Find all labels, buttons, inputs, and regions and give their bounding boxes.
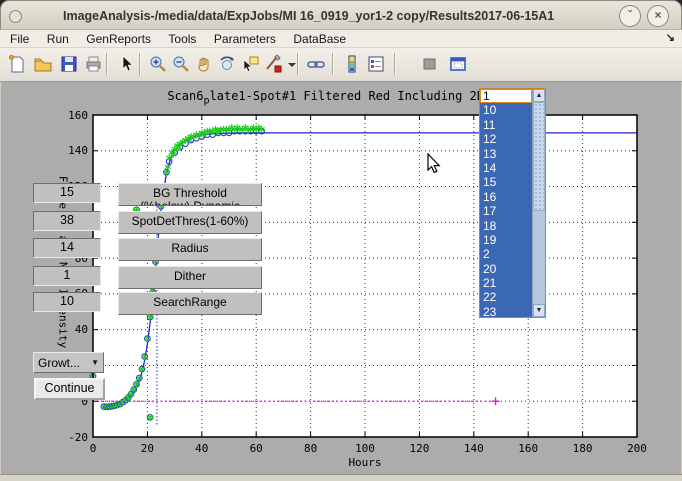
insert-colorbar-icon[interactable] (342, 54, 362, 74)
bg-threshold-field[interactable]: 15 (33, 183, 101, 203)
x-tick-label: 100 (348, 442, 382, 455)
menu-item-file[interactable]: File (10, 31, 29, 48)
window-title: ImageAnalysis-/media/data/ExpJobs/MI 16_… (63, 1, 554, 31)
rotate-3d-icon[interactable] (217, 54, 237, 74)
dither-button[interactable]: Dither (118, 266, 262, 289)
x-tick-label: 20 (130, 442, 164, 455)
x-tick-label: 140 (457, 442, 491, 455)
title-bar[interactable]: ImageAnalysis-/media/data/ExpJobs/MI 16_… (0, 0, 682, 30)
mouse-cursor-icon (427, 153, 441, 174)
toolbar-separator (297, 53, 299, 75)
brush-caret-icon[interactable] (284, 54, 304, 74)
scrollbar-thumb[interactable] (533, 102, 545, 211)
growth-dropdown[interactable]: Growt... ▼ (33, 352, 104, 373)
x-tick-label: 40 (185, 442, 219, 455)
spotdetthres-button[interactable]: SpotDetThres(1-60%) (118, 211, 262, 234)
chevron-down-icon: ▼ (91, 358, 99, 367)
toolbar (0, 48, 682, 82)
radius-button[interactable]: Radius (118, 238, 262, 261)
list-item-23[interactable]: 23 (480, 305, 532, 318)
zoom-out-icon[interactable] (171, 54, 191, 74)
list-item-21[interactable]: 21 (480, 276, 532, 290)
chevron-down-icon: ˇ (628, 8, 632, 22)
x-tick-label: 160 (511, 442, 545, 455)
menu-item-run[interactable]: Run (47, 31, 69, 48)
list-item-16[interactable]: 16 (480, 190, 532, 204)
save-icon[interactable] (59, 54, 79, 74)
list-item-13[interactable]: 13 (480, 147, 532, 161)
list-item-2[interactable]: 2 (480, 247, 532, 261)
searchrange-field[interactable]: 10 (33, 292, 101, 312)
close-icon: × (654, 8, 661, 22)
list-item-14[interactable]: 14 (480, 161, 532, 175)
radius-field[interactable]: 14 (33, 238, 101, 258)
insert-legend-icon[interactable] (366, 54, 386, 74)
data-cursor-icon[interactable] (240, 54, 260, 74)
scan-listbox[interactable]: 110111213141516171819220212223 ▲ ▼ (479, 88, 546, 318)
plot-tools-icon[interactable] (420, 54, 440, 74)
y-tick-label: -20 (58, 431, 88, 444)
plot-canvas (0, 82, 682, 474)
continue-button[interactable]: Continue (34, 378, 105, 400)
list-item-20[interactable]: 20 (480, 262, 532, 276)
list-item-1[interactable]: 1 (480, 89, 532, 103)
shade-button[interactable]: ˇ (619, 5, 641, 27)
toolbar-separator (394, 53, 396, 75)
x-axis-label: Hours (93, 456, 637, 469)
bg-threshold-button[interactable]: BG Threshold(%below) Dynamic (118, 183, 262, 206)
list-item-11[interactable]: 11 (480, 118, 532, 132)
list-item-18[interactable]: 18 (480, 219, 532, 233)
listbox-scrollbar[interactable]: ▲ ▼ (532, 89, 545, 317)
scroll-up-icon[interactable]: ▲ (533, 89, 545, 102)
zoom-in-icon[interactable] (148, 54, 168, 74)
menu-item-database[interactable]: DataBase (293, 31, 346, 48)
x-tick-label: 80 (294, 442, 328, 455)
x-tick-label: 0 (76, 442, 110, 455)
pointer-icon[interactable] (116, 54, 136, 74)
toolbar-separator (139, 53, 141, 75)
dock-figure-icon[interactable] (448, 54, 468, 74)
list-item-15[interactable]: 15 (480, 175, 532, 189)
brush-icon[interactable] (263, 54, 283, 74)
window-frame-bottom (0, 474, 682, 481)
figure-area: Scan6plate1-Spot#1 Filtered Red Includin… (0, 82, 682, 474)
pan-hand-icon[interactable] (194, 54, 214, 74)
list-item-22[interactable]: 22 (480, 290, 532, 304)
toolbar-separator (332, 53, 334, 75)
y-tick-label: 40 (58, 323, 88, 336)
scroll-down-icon[interactable]: ▼ (533, 304, 545, 317)
open-folder-icon[interactable] (33, 54, 53, 74)
x-tick-label: 200 (620, 442, 654, 455)
link-plots-icon[interactable] (306, 54, 326, 74)
toolbar-separator (106, 53, 108, 75)
print-icon[interactable] (83, 54, 103, 74)
list-item-19[interactable]: 19 (480, 233, 532, 247)
x-tick-label: 180 (566, 442, 600, 455)
x-tick-label: 60 (239, 442, 273, 455)
menu-bar: File Run GenReports Tools Parameters Dat… (0, 30, 682, 48)
list-item-10[interactable]: 10 (480, 103, 532, 117)
menu-overflow-icon[interactable]: ↘ (666, 31, 675, 44)
menu-item-tools[interactable]: Tools (168, 31, 196, 48)
app-window: ImageAnalysis-/media/data/ExpJobs/MI 16_… (0, 0, 682, 481)
menu-item-genreports[interactable]: GenReports (86, 31, 151, 48)
list-item-12[interactable]: 12 (480, 132, 532, 146)
close-button[interactable]: × (647, 5, 669, 27)
spotdetthres-field[interactable]: 38 (33, 211, 101, 231)
new-file-icon[interactable] (7, 54, 27, 74)
searchrange-button[interactable]: SearchRange (118, 292, 262, 315)
menu-item-parameters[interactable]: Parameters (214, 31, 276, 48)
y-tick-label: 140 (58, 144, 88, 157)
window-frame-left (0, 82, 1, 474)
window-menu-icon[interactable] (9, 10, 22, 23)
y-tick-label: 160 (58, 109, 88, 122)
list-item-17[interactable]: 17 (480, 204, 532, 218)
scrollbar-track[interactable] (533, 211, 545, 304)
x-tick-label: 120 (402, 442, 436, 455)
dither-field[interactable]: 1 (33, 266, 101, 286)
